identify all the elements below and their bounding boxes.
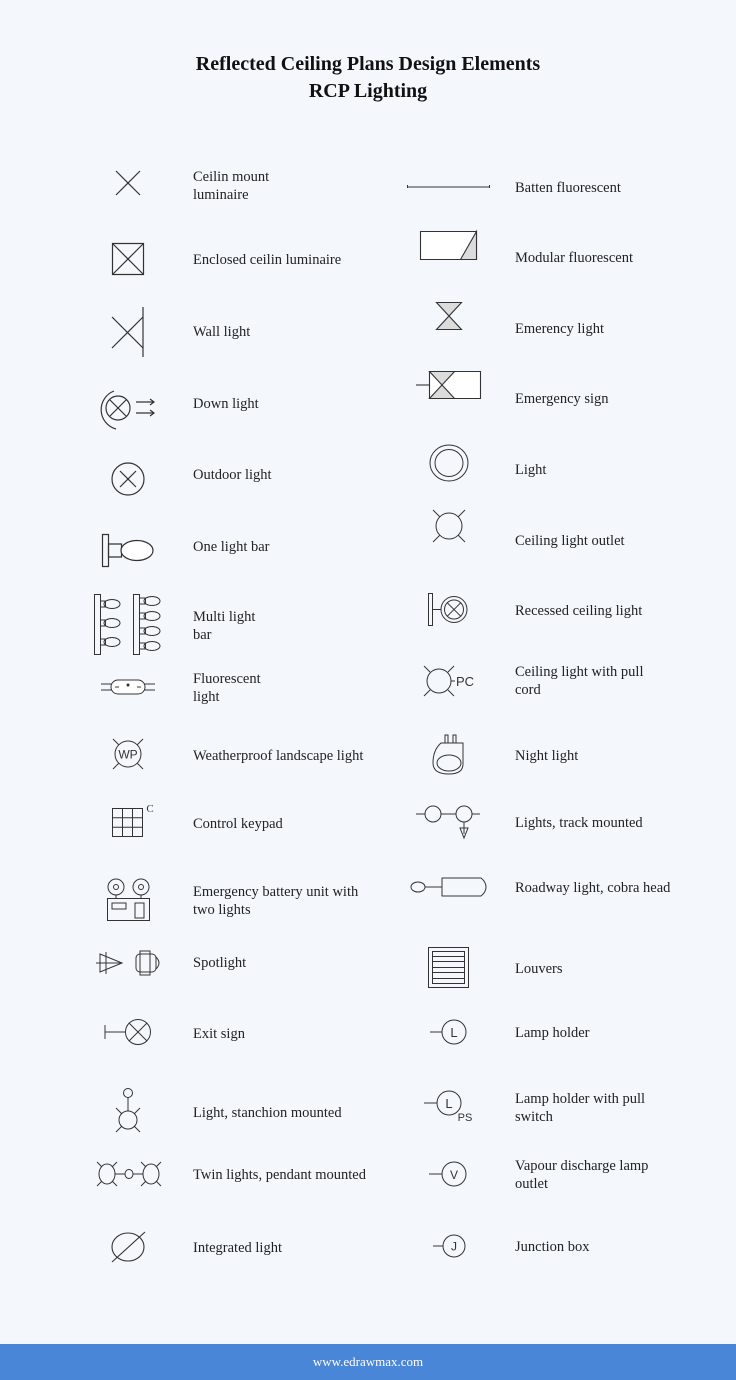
modular-fluorescent-icon — [420, 231, 478, 261]
control-keypad-icon: C — [112, 800, 158, 840]
spotlight-icon — [96, 949, 164, 977]
legend-label: Enclosed ceilin luminaire — [193, 252, 342, 268]
legend-label: Lamp holder — [515, 1025, 590, 1041]
legend-label: Louvers — [515, 961, 563, 977]
fluorescent-light-icon — [101, 678, 155, 696]
legend-label: Multi light bar — [193, 609, 256, 643]
legend-label: Light — [515, 462, 547, 478]
legend-label: Ceiling light with pull cord — [515, 664, 644, 698]
legend-label: One light bar — [193, 539, 270, 555]
junction-box-icon: J — [433, 1234, 467, 1258]
legend-label: Emergency sign — [515, 391, 609, 407]
icon-subtext: PS — [458, 1112, 473, 1124]
ceiling-light-pull-cord-icon: PC — [423, 665, 475, 697]
legend-label: Vapour discharge lamp outlet — [515, 1158, 649, 1192]
legend-label: Outdoor light — [193, 467, 272, 483]
icon-text: PC — [456, 674, 474, 689]
icon-text: WP — [118, 748, 137, 762]
night-light-icon — [431, 734, 469, 776]
twin-pendant-lights-icon — [96, 1160, 162, 1188]
emergency-battery-unit-icon — [107, 878, 151, 922]
legend-label: Lights, track mounted — [515, 815, 643, 831]
light-icon — [429, 444, 469, 482]
legend-label: Ceiling light outlet — [515, 533, 625, 549]
emergency-light-icon — [436, 302, 462, 330]
legend-label: Ceilin mount luminaire — [193, 169, 270, 203]
legend-label: Emerency light — [515, 321, 604, 337]
legend-label: Integrated light — [193, 1240, 282, 1256]
emergency-sign-icon — [416, 370, 482, 400]
legend-label: Wall light — [193, 324, 251, 340]
roadway-cobra-head-light-icon — [410, 876, 488, 898]
icon-text: J — [451, 1240, 457, 1254]
legend-label: Roadway light, cobra head — [515, 880, 671, 896]
footer-url-link[interactable]: www.edrawmax.com — [313, 1354, 423, 1369]
legend-label: Junction box — [515, 1239, 590, 1255]
down-light-icon — [102, 389, 156, 431]
page-subtitle: RCP Lighting — [308, 80, 428, 102]
legend-label: Light, stanchion mounted — [193, 1105, 342, 1121]
vapour-discharge-lamp-outlet-icon: V — [429, 1161, 469, 1187]
icon-text: L — [445, 1096, 452, 1111]
icon-text: L — [450, 1025, 457, 1040]
wall-light-icon — [112, 307, 144, 357]
ceiling-mount-luminaire-icon — [115, 170, 141, 196]
track-mounted-lights-icon — [416, 804, 482, 840]
legend-label: Modular fluorescent — [515, 250, 633, 266]
lamp-holder-icon: L — [430, 1019, 470, 1047]
batten-fluorescent-icon — [407, 183, 491, 191]
legend-label: Control keypad — [193, 816, 283, 832]
ceiling-light-outlet-icon — [432, 509, 466, 543]
legend-label: Fluorescent light — [193, 671, 261, 705]
louvers-icon — [428, 947, 470, 989]
outdoor-light-icon — [111, 462, 145, 496]
lamp-holder-pull-switch-icon: L PS — [424, 1090, 478, 1126]
legend-label: Lamp holder with pull switch — [515, 1091, 646, 1125]
integrated-light-icon — [110, 1231, 146, 1263]
legend-label: Exit sign — [193, 1026, 245, 1042]
legend-label: Weatherproof landscape light — [193, 748, 364, 764]
legend-label: Recessed ceiling light — [515, 603, 643, 619]
recessed-ceiling-light-icon — [428, 593, 470, 627]
footer-bar: www.edrawmax.com — [0, 1344, 736, 1380]
multi-light-bar-icon — [94, 594, 164, 656]
enclosed-ceiling-luminaire-icon — [112, 243, 144, 275]
legend-label: Twin lights, pendant mounted — [193, 1167, 366, 1183]
icon-text: C — [146, 803, 153, 815]
page-title: Reflected Ceiling Plans Design Elements — [195, 53, 541, 75]
legend-label: Night light — [515, 748, 579, 764]
legend-label: Emergency battery unit with two lights — [193, 884, 359, 918]
weatherproof-landscape-light-icon: WP — [111, 737, 145, 771]
legend-label: Batten fluorescent — [515, 180, 621, 196]
stanchion-mounted-light-icon — [114, 1088, 142, 1134]
legend-label: Down light — [193, 396, 259, 412]
exit-sign-icon — [104, 1018, 152, 1046]
one-light-bar-icon — [102, 534, 156, 568]
icon-text: V — [450, 1168, 458, 1182]
legend-label: Spotlight — [193, 955, 247, 971]
